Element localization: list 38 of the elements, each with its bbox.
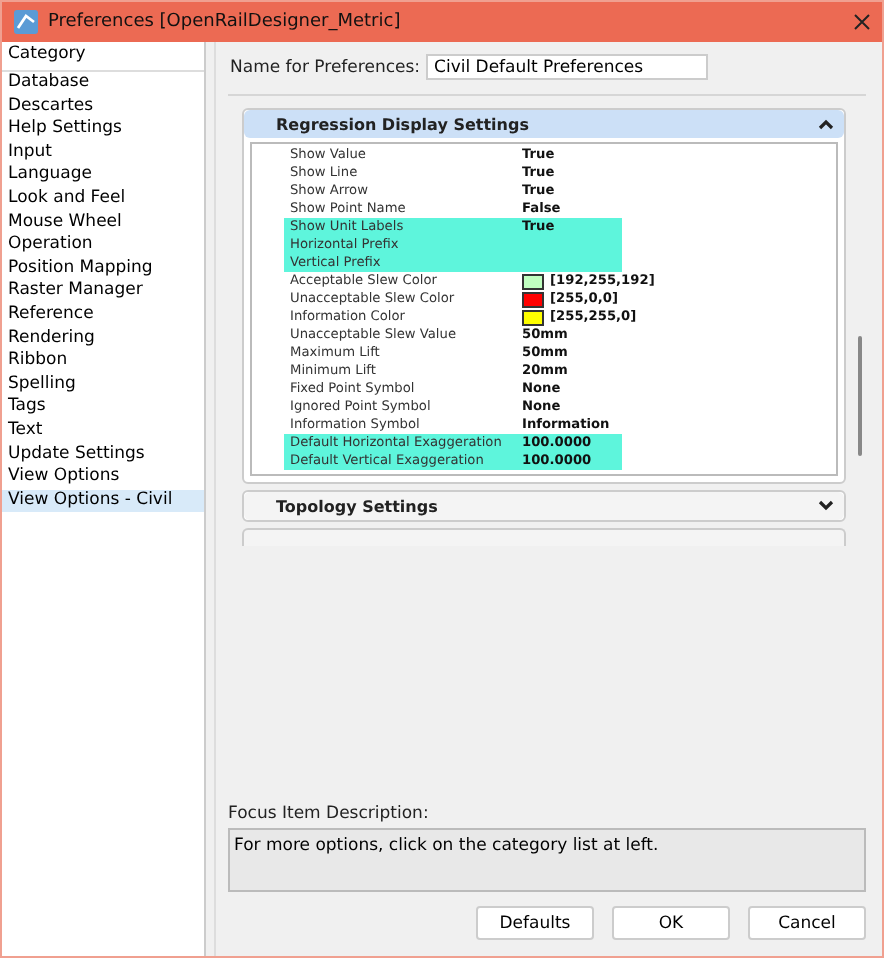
category-item[interactable]: View Options [2,466,204,490]
category-item[interactable]: Position Mapping [2,257,204,281]
category-item[interactable]: View Options - Civil [2,489,204,513]
app-icon [14,10,38,34]
close-icon[interactable] [854,14,870,30]
category-item[interactable]: Database [2,72,204,96]
group-title: Topology Settings [276,497,440,515]
name-field[interactable]: Civil Default Preferences [426,54,709,80]
group-title: Regression Display Settings [276,115,531,133]
category-item[interactable]: Raster Manager [2,280,204,304]
category-item[interactable]: Operation [2,234,204,258]
category-header: Category [2,42,204,72]
category-item[interactable]: Rendering [2,327,204,351]
group-header[interactable]: Topology Settings [244,492,844,520]
scrollbar-thumb[interactable] [858,336,862,456]
category-item[interactable]: Input [2,141,204,165]
group-header[interactable]: Regression Display Settings [244,110,844,138]
category-item[interactable]: Descartes [2,95,204,119]
category-item[interactable]: Update Settings [2,443,204,467]
category-item[interactable]: Text [2,419,204,443]
collapse-icon[interactable] [818,118,834,130]
window-title: Preferences [OpenRailDesigner_Metric] [48,12,403,32]
dialog-button[interactable]: Cancel [748,906,866,940]
category-item[interactable]: Reference [2,303,204,328]
dialog-button[interactable]: OK [612,906,730,940]
name-label: Name for Preferences: [230,57,421,77]
category-item[interactable]: Spelling [2,373,204,397]
expand-icon[interactable] [818,500,834,512]
category-item[interactable]: Mouse Wheel [2,211,204,235]
dialog-button[interactable]: Defaults [476,906,594,940]
group-header[interactable] [242,528,846,546]
category-item[interactable]: Look and Feel [2,187,204,212]
description-box: For more options, click on the category list at left. [228,828,866,892]
focus-label: Focus Item Description: [228,804,431,824]
category-item[interactable]: Ribbon [2,350,204,374]
category-item[interactable]: Tags [2,396,204,420]
category-item[interactable]: Language [2,164,204,188]
category-item[interactable]: Help Settings [2,118,204,142]
